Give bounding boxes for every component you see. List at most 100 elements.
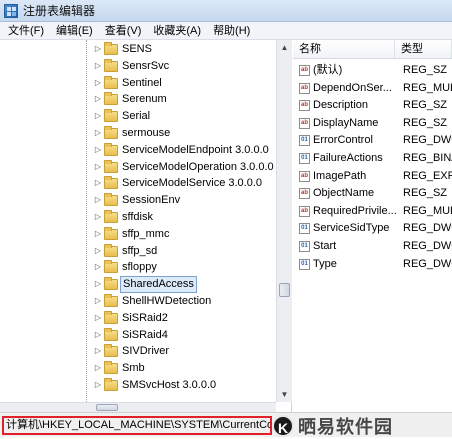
expand-arrow-icon[interactable]: ▷ [94, 213, 102, 221]
title-bar: 注册表编辑器 [0, 0, 452, 22]
folder-icon [104, 226, 118, 240]
value-row[interactable]: 01Type REG_DWO [293, 256, 452, 273]
status-bar: 计算机\HKEY_LOCAL_MACHINE\SYSTEM\CurrentCon… [0, 412, 452, 437]
expand-arrow-icon[interactable]: ▷ [94, 246, 102, 255]
tree-vertical-scrollbar[interactable]: ▲ ▼ [276, 40, 292, 402]
value-name: DisplayName [313, 116, 379, 129]
expand-arrow-icon[interactable]: ▷ [94, 313, 102, 322]
tree-item[interactable]: ▷ Smb [0, 360, 276, 377]
tree-item-label: sffdisk [122, 211, 153, 223]
menu-help[interactable]: 帮助(H) [207, 22, 256, 40]
expand-arrow-icon[interactable]: ▷ [94, 112, 102, 120]
tree-hscroll-thumb[interactable] [96, 404, 118, 411]
folder-icon [104, 176, 118, 190]
tree-horizontal-scrollbar[interactable] [0, 402, 276, 412]
menu-favorites[interactable]: 收藏夹(A) [147, 22, 207, 40]
tree-item[interactable]: ▷ SENS [0, 41, 276, 58]
tree-item[interactable]: ▷ sffp_mmc [0, 226, 276, 243]
expand-arrow-icon[interactable]: ▷ [94, 162, 102, 171]
window-title: 注册表编辑器 [23, 4, 96, 18]
folder-icon [104, 109, 118, 123]
tree-item[interactable]: ▷ SiSRaid2 [0, 310, 276, 327]
tree-item[interactable]: ▷ Serenum [0, 91, 276, 108]
value-row[interactable]: 01ServiceSidType REG_DWO [293, 220, 452, 237]
binary-value-icon: 01 [299, 153, 310, 164]
value-row[interactable]: 01Start REG_DWO [293, 238, 452, 255]
value-row[interactable]: ab (默认) REG_SZ [293, 62, 452, 79]
value-name: ErrorControl [313, 134, 373, 147]
value-row[interactable]: abRequiredPrivile... REG_MULT [293, 203, 452, 220]
expand-arrow-icon[interactable]: ▷ [94, 263, 102, 271]
folder-icon [104, 75, 118, 89]
scroll-up-arrow-icon[interactable]: ▲ [277, 40, 292, 55]
tree-item[interactable]: ▷ ShellHWDetection [0, 293, 276, 310]
tree-item-label: sffp_mmc [122, 227, 170, 240]
value-row[interactable]: 01ErrorControl REG_DWO [293, 132, 452, 149]
column-header-type[interactable]: 类型 [395, 40, 452, 59]
tree-item[interactable]: ▷ sermouse [0, 125, 276, 142]
value-row[interactable]: 01FailureActions REG_BINA [293, 150, 452, 167]
expand-arrow-icon[interactable]: ▷ [94, 78, 102, 87]
string-value-icon: ab [299, 65, 310, 76]
tree-item[interactable]: ▷ SessionEnv [0, 192, 276, 209]
tree-item[interactable]: ▷ ServiceModelService 3.0.0.0 [0, 175, 276, 192]
expand-arrow-icon[interactable]: ▷ [94, 330, 102, 339]
expand-arrow-icon[interactable]: ▷ [94, 229, 102, 238]
tree-item-label: SMSvcHost 3.0.0.0 [122, 379, 217, 391]
string-value-icon: ab [299, 170, 310, 182]
expand-arrow-icon[interactable]: ▷ [94, 95, 102, 103]
tree-item[interactable]: ▷ Serial [0, 108, 276, 125]
value-row[interactable]: ab DisplayName REG_SZ [293, 115, 452, 132]
current-key-path: 计算机\HKEY_LOCAL_MACHINE\SYSTEM\CurrentCon… [2, 416, 272, 435]
tree-item[interactable]: ▷ SharedAccess [0, 276, 276, 294]
binary-value-icon: 01 [299, 258, 310, 270]
expand-arrow-icon[interactable]: ▷ [94, 347, 102, 355]
menu-edit[interactable]: 编辑(E) [50, 22, 99, 40]
value-type: REG_MULT [403, 204, 452, 217]
value-type: REG_EXPA [403, 169, 452, 182]
registry-key-tree[interactable]: ▷ SENS ▷ SensrSvc ▷ Sentinel ▷ Serenum ▷ Serial ▷ s… [0, 40, 292, 412]
expand-arrow-icon[interactable]: ▷ [94, 45, 102, 53]
tree-item[interactable]: ▷ sffdisk [0, 209, 276, 226]
column-header-name[interactable]: 名称 [293, 40, 395, 59]
value-row[interactable]: ab Description REG_SZ [293, 97, 452, 114]
value-name: Description [313, 99, 369, 112]
folder-icon [104, 277, 118, 291]
value-row[interactable]: abDependOnSer... REG_MULT [293, 80, 452, 97]
registry-editor-icon [4, 3, 18, 18]
expand-arrow-icon[interactable]: ▷ [94, 280, 102, 288]
tree-item[interactable]: ▷ SMSvcHost 3.0.0.0 [0, 377, 276, 394]
tree-item[interactable]: ▷ Sentinel [0, 75, 276, 92]
expand-arrow-icon[interactable]: ▷ [94, 145, 102, 154]
tree-scroll-thumb[interactable] [279, 283, 290, 297]
value-row[interactable]: abImagePath REG_EXPA [293, 168, 452, 185]
scroll-down-arrow-icon[interactable]: ▼ [277, 387, 292, 402]
tree-item-label: ServiceModelService 3.0.0.0 [122, 177, 263, 190]
expand-arrow-icon[interactable]: ▷ [94, 297, 102, 305]
expand-arrow-icon[interactable]: ▷ [94, 381, 102, 389]
tree-item[interactable]: ▷ ServiceModelEndpoint 3.0.0.0 [0, 142, 276, 159]
menu-view[interactable]: 查看(V) [99, 22, 148, 40]
tree-item[interactable]: ▷ SiSRaid4 [0, 327, 276, 344]
expand-arrow-icon[interactable]: ▷ [94, 196, 102, 204]
menu-file[interactable]: 文件(F) [2, 22, 50, 40]
tree-item[interactable]: ▷ SensrSvc [0, 58, 276, 75]
tree-item-label: ShellHWDetection [122, 295, 212, 307]
value-name: ObjectName [313, 187, 375, 200]
value-name: ImagePath [313, 169, 367, 182]
registry-values-list[interactable]: 名称 类型 ab (默认) REG_SZ ab DependOnSer... REG_MU… [293, 40, 452, 412]
watermark: K 晒易软件园 [272, 413, 452, 438]
folder-icon [104, 126, 118, 139]
expand-arrow-icon[interactable]: ▷ [94, 179, 102, 187]
folder-icon [104, 361, 118, 375]
expand-arrow-icon[interactable]: ▷ [94, 364, 102, 372]
tree-item[interactable]: ▷ sfloppy [0, 259, 276, 276]
value-type: REG_DWO [403, 240, 452, 252]
value-row[interactable]: ab ObjectName REG_SZ [293, 185, 452, 202]
value-type: REG_SZ [403, 64, 448, 76]
tree-item[interactable]: ▷ sffp_sd [0, 243, 276, 260]
expand-arrow-icon[interactable]: ▷ [94, 129, 102, 137]
expand-arrow-icon[interactable]: ▷ [94, 61, 102, 70]
tree-item[interactable]: ▷ ServiceModelOperation 3.0.0.0 [0, 159, 276, 176]
tree-item[interactable]: ▷ SIVDriver [0, 343, 276, 360]
